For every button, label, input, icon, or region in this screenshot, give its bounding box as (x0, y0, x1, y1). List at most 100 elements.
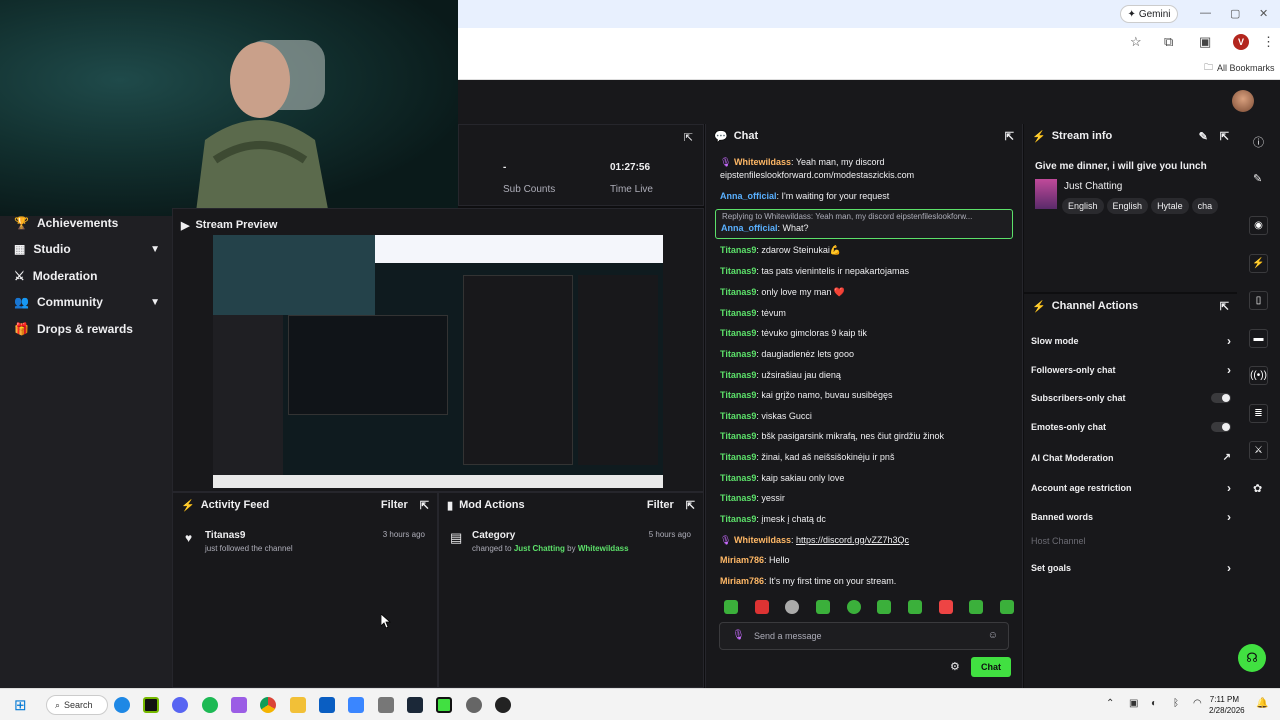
rail-broadcast-icon[interactable]: ((•)) (1249, 366, 1268, 385)
info-icon[interactable]: ⓘ (1253, 134, 1264, 150)
edge-icon[interactable] (114, 697, 130, 713)
chevron-right-icon: › (1227, 363, 1231, 377)
emoji-icon[interactable]: ☺ (988, 630, 998, 641)
notification-bell-icon[interactable]: 🔔 (1256, 698, 1268, 709)
popout-icon[interactable]: ⇱ (420, 499, 429, 512)
rail-phone-icon[interactable]: ▯ (1249, 291, 1268, 310)
mic-icon[interactable]: 🎙 (732, 630, 745, 641)
copilot-icon[interactable] (231, 697, 247, 713)
emote-icon[interactable] (877, 600, 892, 614)
emote-icon[interactable] (754, 600, 769, 614)
app-icon[interactable] (495, 697, 511, 713)
bluetooth-icon[interactable]: ᛒ (1173, 698, 1179, 709)
popout-icon[interactable]: ⇱ (686, 499, 695, 512)
taskbar-search[interactable]: ⌕ Search (46, 695, 108, 715)
tray-icon[interactable]: ▣ (1129, 698, 1138, 709)
preview-browser (375, 235, 663, 263)
action-followers-only[interactable]: Followers-only chat › (1031, 363, 1231, 377)
popout-icon[interactable]: ⇱ (1005, 130, 1014, 143)
edit-icon[interactable]: ✎ (1253, 172, 1262, 185)
preview-webcam (213, 235, 375, 315)
rail-sword-icon[interactable]: ⚔ (1249, 441, 1268, 460)
action-set-goals[interactable]: Set goals › (1031, 561, 1231, 575)
user-avatar[interactable] (1232, 90, 1254, 112)
chat-link[interactable]: https://discord.gg/vZZ7h3Qc (796, 535, 909, 545)
nvidia-icon[interactable] (143, 697, 159, 713)
emote-icon[interactable] (815, 600, 830, 614)
spotify-icon[interactable] (202, 697, 218, 713)
settings-gear-icon[interactable]: ⚙ (950, 660, 960, 673)
action-slow-mode[interactable]: Slow mode › (1031, 334, 1231, 348)
sidebar-item-community[interactable]: 👥 Community ▼ (14, 295, 160, 309)
store-icon[interactable] (319, 697, 335, 713)
chat-input[interactable]: 🎙 Send a message ☺ (719, 622, 1009, 650)
chevron-up-icon[interactable]: ⌃ (1106, 698, 1114, 709)
tray-icon[interactable]: ◐ (1151, 698, 1157, 709)
rail-stack-icon[interactable]: ≣ (1249, 404, 1268, 423)
emote-icon[interactable] (969, 600, 984, 614)
rail-chat-icon[interactable]: ▬ (1249, 329, 1268, 348)
gemini-button[interactable]: ✦ Gemini (1120, 5, 1178, 23)
menu-kebab-icon[interactable]: ⋮ (1262, 34, 1275, 50)
folder-icon: 🗀 (1204, 62, 1214, 72)
popout-icon[interactable]: ⇱ (684, 131, 693, 144)
action-account-age[interactable]: Account age restriction › (1031, 481, 1231, 495)
rail-palette-icon[interactable]: ✿ (1253, 482, 1262, 495)
stream-preview-video[interactable] (213, 235, 663, 488)
settings-icon[interactable] (466, 697, 482, 713)
sub-count-label: Sub Counts (503, 184, 556, 195)
emote-icon[interactable] (724, 600, 738, 614)
emote-icon[interactable] (907, 600, 922, 614)
chat-title: Chat (733, 130, 759, 142)
emote-icon[interactable] (785, 600, 800, 614)
rail-lightning-icon[interactable]: ⚡ (1249, 254, 1268, 273)
mod-filter-button[interactable]: Filter (647, 499, 674, 511)
all-bookmarks[interactable]: 🗀 All Bookmarks (1204, 60, 1275, 76)
mod-action-category[interactable]: Just Chatting (514, 544, 565, 553)
discord-icon[interactable] (172, 697, 188, 713)
category-thumbnail[interactable] (1035, 179, 1057, 209)
maximize-icon[interactable]: ▢ (1230, 7, 1240, 20)
sidebar-item-moderation[interactable]: ⚔ Moderation (14, 269, 160, 283)
stream-category[interactable]: Just Chatting (1064, 181, 1122, 192)
action-banned-words[interactable]: Banned words › (1031, 510, 1231, 524)
rail-camera-icon[interactable]: ◉ (1249, 216, 1268, 235)
support-headset-icon[interactable]: ☊ (1238, 644, 1266, 672)
wifi-icon[interactable]: ◠ (1193, 698, 1202, 709)
action-ai-moderation[interactable]: AI Chat Moderation ↗ (1031, 452, 1231, 463)
kick-icon[interactable] (436, 697, 452, 713)
tag-chip[interactable]: English (1062, 198, 1104, 214)
extensions-icon[interactable]: ⧉ (1164, 34, 1173, 50)
profile-avatar[interactable]: V (1233, 34, 1249, 50)
bookmark-star-icon[interactable]: ☆ (1130, 34, 1142, 50)
sidebar-item-studio[interactable]: ▦ Studio ▼ (14, 242, 160, 256)
chat-send-button[interactable]: Chat (971, 657, 1011, 677)
tag-chip[interactable]: Hytale (1151, 198, 1189, 214)
subscribers-only-toggle[interactable] (1211, 393, 1231, 403)
popout-icon[interactable]: ⇱ (1220, 130, 1229, 143)
reply-message-box: Replying to Whitewildass: Yeah man, my d… (715, 209, 1013, 239)
popout-icon[interactable]: ⇱ (1220, 300, 1229, 313)
emotes-only-toggle[interactable] (1211, 422, 1231, 432)
file-explorer-icon[interactable] (290, 697, 306, 713)
emote-icon[interactable] (938, 600, 953, 614)
chrome-icon[interactable] (260, 697, 276, 713)
emote-icon[interactable] (999, 600, 1014, 614)
sidebar-item-achievements[interactable]: 🏆 Achievements (14, 216, 160, 230)
mod-action-user[interactable]: Whitewildass (578, 544, 629, 553)
app-icon[interactable] (348, 697, 364, 713)
windows-start-icon[interactable]: ⊞ (14, 696, 27, 714)
sidebar-item-drops-rewards[interactable]: 🎁 Drops & rewards (14, 322, 160, 336)
app-icon[interactable] (378, 697, 394, 713)
activity-filter-button[interactable]: Filter (381, 499, 408, 511)
steam-icon[interactable] (407, 697, 423, 713)
emote-icon[interactable] (846, 600, 861, 614)
tag-chip[interactable]: English (1106, 198, 1149, 214)
activity-user[interactable]: Titanas9 (205, 530, 245, 541)
minimize-icon[interactable]: — (1200, 7, 1211, 19)
tag-chip[interactable]: cha (1191, 198, 1219, 214)
taskbar-clock[interactable]: 7:11 PM 2/28/2026 (1209, 694, 1245, 716)
side-panel-icon[interactable]: ▣ (1199, 34, 1211, 50)
edit-pencil-icon[interactable]: ✎ (1199, 130, 1208, 143)
close-icon[interactable]: ✕ (1259, 7, 1268, 20)
